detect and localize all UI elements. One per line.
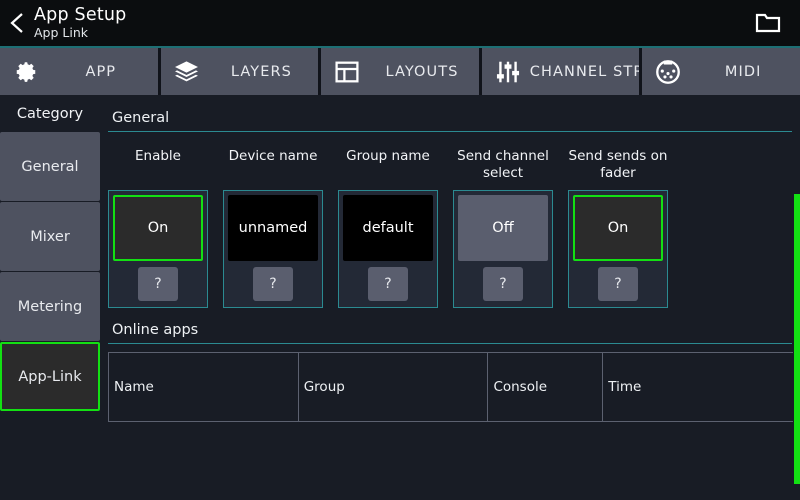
- layout-grid-icon: [325, 59, 369, 85]
- sidebar-item-label: Mixer: [30, 228, 70, 245]
- control-label: Device name: [228, 148, 318, 164]
- online-apps-section-title: Online apps: [112, 322, 199, 338]
- tab-channel-strip-label: CHANNEL STRIP: [529, 63, 640, 80]
- tab-layouts-label: LAYOUTS: [385, 63, 459, 80]
- sidebar-item-general[interactable]: General: [0, 132, 100, 201]
- table-header-time: Time: [603, 353, 798, 421]
- control-enable: Enable On ?: [108, 148, 208, 308]
- device-name-help-button[interactable]: ?: [253, 267, 293, 301]
- control-card: On ?: [108, 190, 208, 308]
- sidebar-item-app-link[interactable]: App-Link: [0, 342, 100, 411]
- control-label: Enable: [135, 148, 181, 164]
- control-card: default ?: [338, 190, 438, 308]
- send-sends-on-fader-help-button[interactable]: ?: [598, 267, 638, 301]
- sidebar-item-label: Metering: [17, 298, 83, 315]
- sidebar-header: Category: [16, 106, 84, 122]
- vertical-scrollbar-thumb[interactable]: [794, 194, 800, 484]
- control-send-channel-select: Send channel select Off ?: [453, 148, 553, 308]
- category-sidebar: Category General Mixer Metering App-Link: [0, 96, 100, 500]
- tab-layers[interactable]: LAYERS: [160, 48, 319, 95]
- online-apps-table[interactable]: Name Group Console Time: [108, 352, 798, 422]
- control-label: Group name: [346, 148, 430, 164]
- tab-midi[interactable]: MIDI: [642, 48, 800, 95]
- enable-toggle[interactable]: On: [113, 195, 203, 261]
- app-setup-window: App Setup App Link APP LAYERS LAYOUTS CH…: [0, 0, 800, 500]
- main-content: General Enable On ? Device name unnamed …: [108, 96, 798, 500]
- open-file-button[interactable]: [736, 0, 800, 46]
- general-section-divider: [108, 131, 792, 132]
- sidebar-item-mixer[interactable]: Mixer: [0, 202, 100, 271]
- device-name-field[interactable]: unnamed: [228, 195, 318, 261]
- send-channel-select-toggle[interactable]: Off: [458, 195, 548, 261]
- control-card: unnamed ?: [223, 190, 323, 308]
- title-bar: App Setup App Link: [0, 0, 800, 46]
- control-send-sends-on-fader: Send sends on fader On ?: [568, 148, 668, 308]
- control-group-name: Group name default ?: [338, 148, 438, 308]
- header-titles: App Setup App Link: [34, 4, 736, 40]
- control-device-name: Device name unnamed ?: [223, 148, 323, 308]
- group-name-help-button[interactable]: ?: [368, 267, 408, 301]
- online-apps-section-divider: [108, 343, 792, 344]
- send-channel-select-help-button[interactable]: ?: [483, 267, 523, 301]
- table-header-name: Name: [109, 353, 299, 421]
- chevron-left-icon: [10, 13, 23, 33]
- sidebar-item-label: General: [21, 158, 79, 175]
- tab-layers-label: LAYERS: [230, 63, 292, 80]
- control-card: Off ?: [453, 190, 553, 308]
- faders-icon: [486, 59, 530, 85]
- folder-open-icon: [755, 13, 781, 33]
- control-label: Send sends on fader: [568, 148, 668, 181]
- tab-channel-strip[interactable]: CHANNEL STRIP: [481, 48, 640, 95]
- send-sends-on-fader-toggle[interactable]: On: [573, 195, 663, 261]
- table-header-group: Group: [299, 353, 489, 421]
- sidebar-item-label: App-Link: [18, 368, 82, 385]
- tab-app[interactable]: APP: [0, 48, 158, 95]
- main-tabbar: APP LAYERS LAYOUTS CHANNEL ST MIDI: [0, 48, 800, 95]
- page-subtitle: App Link: [34, 24, 88, 40]
- gear-icon: [4, 59, 48, 85]
- page-title: App Setup: [34, 4, 127, 25]
- table-header-console: Console: [488, 353, 604, 421]
- enable-help-button[interactable]: ?: [138, 267, 178, 301]
- midi-din-icon: [646, 58, 690, 86]
- control-label: Send channel select: [457, 148, 549, 181]
- sidebar-item-metering[interactable]: Metering: [0, 272, 100, 341]
- general-controls: Enable On ? Device name unnamed ? Group …: [108, 148, 792, 308]
- tab-midi-label: MIDI: [724, 63, 762, 80]
- vertical-scrollbar-track[interactable]: [793, 96, 800, 500]
- control-card: On ?: [568, 190, 668, 308]
- general-section-title: General: [112, 110, 170, 126]
- tab-layouts[interactable]: LAYOUTS: [321, 48, 479, 95]
- group-name-field[interactable]: default: [343, 195, 433, 261]
- back-button[interactable]: [0, 0, 34, 46]
- tab-app-label: APP: [85, 63, 117, 80]
- layers-icon: [165, 58, 209, 85]
